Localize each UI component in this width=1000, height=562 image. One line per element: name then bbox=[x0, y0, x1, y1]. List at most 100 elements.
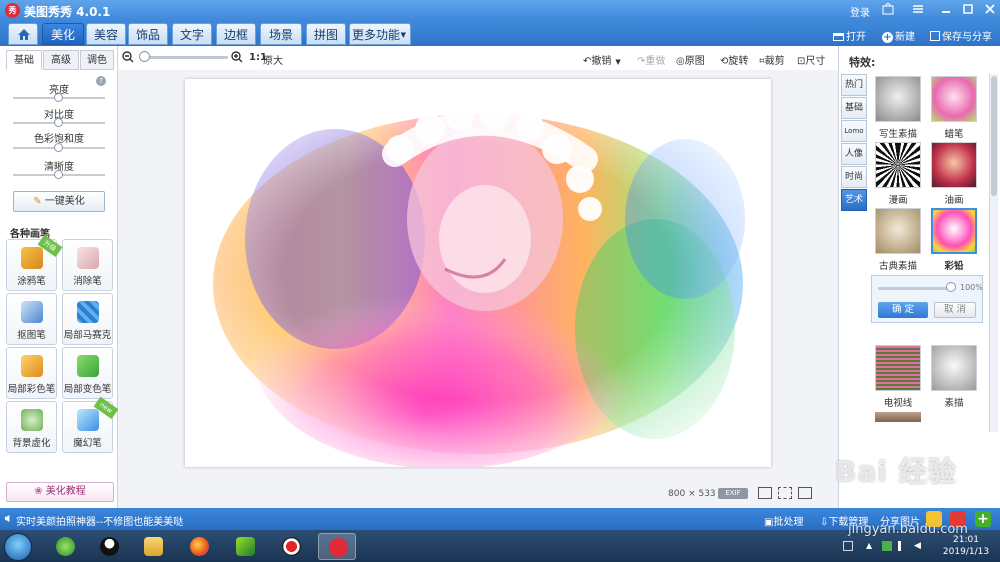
effect-pencil-sketch[interactable]: 素描 bbox=[929, 345, 979, 409]
add-icon[interactable]: + bbox=[975, 511, 991, 527]
start-button[interactable] bbox=[4, 533, 32, 561]
local-color-pen-label: 局部彩色笔 bbox=[7, 384, 56, 395]
category-portrait[interactable]: 人像 bbox=[841, 143, 867, 165]
effect-classic-sketch-thumbnail bbox=[875, 208, 921, 254]
network-icon[interactable] bbox=[898, 541, 908, 551]
effect-oil-painting[interactable]: 油画 bbox=[929, 142, 979, 206]
tab-advanced[interactable]: 高级 bbox=[43, 50, 79, 70]
redo-button[interactable]: ↷重做 bbox=[637, 52, 665, 67]
batch-process-button[interactable]: ▣批处理 bbox=[764, 513, 803, 528]
sharpness-slider-thumb[interactable] bbox=[54, 170, 63, 179]
status-message[interactable]: 实时美颜拍照神器--不修图也能美美哒 bbox=[16, 513, 183, 528]
effect-sketch[interactable]: 写生素描 bbox=[873, 76, 923, 140]
effect-comic-label: 漫画 bbox=[888, 195, 908, 206]
effect-classic-sketch[interactable]: 古典素描 bbox=[873, 208, 923, 272]
home-tab[interactable] bbox=[8, 23, 38, 45]
eraser-pen-button[interactable]: 消除笔 bbox=[62, 239, 113, 291]
tab-makeup[interactable]: 美容 bbox=[86, 23, 126, 45]
open-button[interactable]: 打开 bbox=[833, 28, 866, 43]
cutout-pen-button[interactable]: 抠图笔 bbox=[6, 293, 57, 345]
one-click-beautify-button[interactable]: ✎ 一键美化 bbox=[13, 191, 105, 212]
compare-view-icon[interactable] bbox=[758, 487, 772, 499]
tab-accessories[interactable]: 饰品 bbox=[128, 23, 168, 45]
doodle-pen-button[interactable]: 升级 涂鸦笔 bbox=[6, 234, 63, 291]
taskbar-meitu[interactable] bbox=[318, 533, 356, 560]
rotate-button[interactable]: ⟲旋转 bbox=[720, 52, 748, 67]
taskbar-recorder[interactable] bbox=[272, 533, 310, 560]
battery-icon[interactable] bbox=[882, 541, 892, 551]
category-lomo[interactable]: Lomo bbox=[841, 120, 867, 142]
local-color-pen-button[interactable]: 局部彩色笔 bbox=[6, 347, 57, 399]
save-share-button[interactable]: 保存与分享 bbox=[930, 28, 992, 43]
taskbar-explorer[interactable] bbox=[134, 533, 172, 560]
category-art[interactable]: 艺术 bbox=[841, 189, 867, 211]
intensity-slider-thumb[interactable] bbox=[946, 282, 956, 292]
tab-color-tone[interactable]: 调色 bbox=[80, 50, 114, 70]
maximize-icon[interactable] bbox=[960, 3, 976, 18]
tab-collage[interactable]: 拼图 bbox=[306, 23, 346, 45]
undo-button[interactable]: ↶撤销 ▼ bbox=[583, 52, 621, 67]
minimize-icon[interactable] bbox=[938, 3, 954, 18]
effect-next-thumbnail[interactable] bbox=[875, 412, 921, 422]
plus-circle-icon: + bbox=[882, 32, 893, 43]
intensity-slider-track[interactable] bbox=[878, 287, 951, 290]
login-link[interactable]: 登录 bbox=[850, 4, 870, 19]
contrast-slider-thumb[interactable] bbox=[54, 118, 63, 127]
local-recolor-pen-button[interactable]: 局部变色笔 bbox=[62, 347, 113, 399]
edited-photo[interactable] bbox=[185, 79, 771, 467]
zoom-slider-track[interactable] bbox=[142, 56, 228, 59]
system-clock[interactable]: 21:01 2019/1/13 bbox=[936, 534, 996, 558]
effect-colored-pencil[interactable]: 彩铅 bbox=[929, 208, 979, 272]
new-button[interactable]: + 新建 bbox=[882, 28, 915, 43]
effect-pencil-sketch-thumbnail bbox=[931, 345, 977, 391]
effects-scrollbar-thumb[interactable] bbox=[991, 76, 997, 196]
tab-more-features[interactable]: 更多功能 ▼ bbox=[349, 23, 411, 45]
tab-beautify[interactable]: 美化 bbox=[42, 23, 84, 45]
tab-text[interactable]: 文字 bbox=[172, 23, 212, 45]
taskbar-browser-360[interactable] bbox=[46, 533, 84, 560]
local-mosaic-button[interactable]: 局部马赛克 bbox=[62, 293, 113, 345]
exif-button[interactable]: EXIF bbox=[718, 488, 748, 499]
taskbar-video-player[interactable] bbox=[226, 533, 264, 560]
menu-icon[interactable] bbox=[910, 3, 926, 18]
brightness-slider-thumb[interactable] bbox=[54, 93, 63, 102]
confirm-button[interactable]: 确 定 bbox=[878, 302, 928, 318]
beautify-tutorial-button[interactable]: ❀ 美化教程 bbox=[6, 482, 114, 502]
skin-icon[interactable] bbox=[880, 2, 896, 18]
original-size-button[interactable]: 原大 bbox=[263, 52, 283, 67]
paint-brush-icon bbox=[21, 355, 43, 377]
undo-dropdown-icon[interactable]: ▼ bbox=[615, 58, 620, 66]
effect-comic[interactable]: 漫画 bbox=[873, 142, 923, 206]
close-icon[interactable] bbox=[982, 3, 998, 18]
keyboard-tray-icon[interactable] bbox=[843, 541, 853, 551]
effect-crayon[interactable]: 蜡笔 bbox=[929, 76, 979, 140]
original-image-button[interactable]: ◎原图 bbox=[676, 52, 705, 67]
effects-title: 特效: bbox=[849, 56, 876, 69]
zoom-slider-thumb[interactable] bbox=[139, 51, 150, 62]
category-basic[interactable]: 基础 bbox=[841, 97, 867, 119]
magic-pen-button[interactable]: new 魔幻笔 bbox=[62, 396, 119, 453]
zoom-out-icon[interactable] bbox=[122, 51, 134, 63]
taskbar-qq[interactable] bbox=[90, 533, 128, 560]
crop-button[interactable]: ⌗裁剪 bbox=[759, 52, 785, 67]
cancel-button[interactable]: 取 消 bbox=[934, 302, 976, 318]
volume-icon[interactable]: ◀ bbox=[914, 541, 924, 551]
folder-icon bbox=[833, 33, 844, 41]
tray-expand-icon[interactable]: ▲ bbox=[866, 541, 876, 551]
fullscreen-view-icon[interactable] bbox=[798, 487, 812, 499]
tab-frame[interactable]: 边框 bbox=[216, 23, 256, 45]
background-blur-label: 背景虚化 bbox=[12, 438, 51, 449]
resize-button[interactable]: ⊡尺寸 bbox=[797, 52, 825, 67]
zoom-in-icon[interactable] bbox=[231, 51, 243, 63]
tab-basic[interactable]: 基础 bbox=[6, 50, 42, 70]
taskbar-firefox[interactable] bbox=[180, 533, 218, 560]
category-fashion[interactable]: 时尚 bbox=[841, 166, 867, 188]
category-hot[interactable]: 热门 bbox=[841, 74, 867, 96]
fit-view-icon[interactable] bbox=[778, 487, 792, 499]
background-blur-button[interactable]: 背景虚化 bbox=[6, 401, 57, 453]
saturation-slider-thumb[interactable] bbox=[54, 143, 63, 152]
effects-scrollbar[interactable] bbox=[989, 74, 998, 432]
firefox-icon bbox=[190, 537, 209, 556]
effect-tv-lines[interactable]: 电视线 bbox=[873, 345, 923, 409]
tab-scene[interactable]: 场景 bbox=[260, 23, 302, 45]
